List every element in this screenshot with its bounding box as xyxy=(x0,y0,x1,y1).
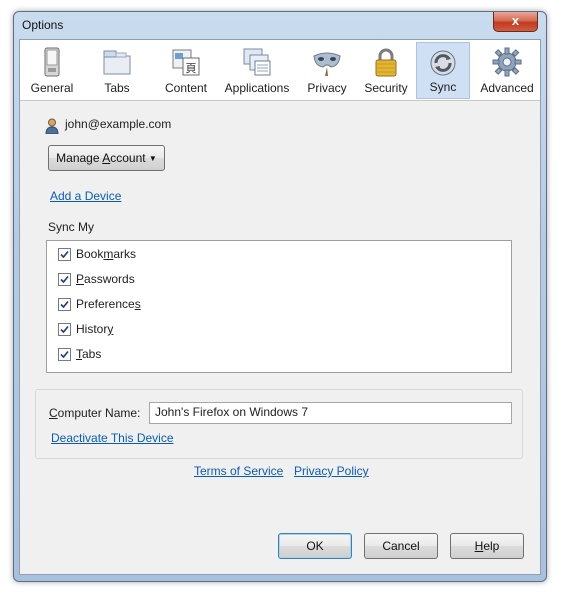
deactivate-device-link[interactable]: Deactivate This Device xyxy=(51,431,174,445)
checkbox-bookmarks[interactable] xyxy=(58,248,71,261)
checkbox-preferences[interactable] xyxy=(58,298,71,311)
pane-toolbar: General Tabs 頁 Content Applications Priv… xyxy=(20,40,540,101)
manage-account-label-post: ccount xyxy=(110,151,146,165)
tab-advanced[interactable]: Advanced xyxy=(476,42,538,99)
manage-account-label-pre: Manage xyxy=(56,151,103,165)
tab-security-label: Security xyxy=(364,81,408,95)
tab-applications[interactable]: Applications xyxy=(218,42,296,99)
privacy-mask-icon xyxy=(313,52,341,76)
sync-my-label: Sync My xyxy=(48,220,95,234)
tab-content-label: Content xyxy=(164,81,208,95)
sync-item-label: Preferences xyxy=(76,297,141,311)
tab-general-label: General xyxy=(30,81,74,95)
close-button[interactable]: x xyxy=(493,12,538,32)
tab-sync[interactable]: Sync xyxy=(416,42,470,99)
check-icon xyxy=(60,250,69,259)
help-button[interactable]: Help xyxy=(450,533,524,559)
check-icon xyxy=(60,300,69,309)
computer-name-label: Computer Name: xyxy=(49,406,141,420)
tab-tabs-label: Tabs xyxy=(104,81,130,95)
privacy-policy-link[interactable]: Privacy Policy xyxy=(294,464,369,478)
svg-text:頁: 頁 xyxy=(186,62,197,75)
general-icon xyxy=(44,47,60,77)
tab-advanced-label: Advanced xyxy=(480,81,534,95)
check-icon xyxy=(60,350,69,359)
dialog-client-area: General Tabs 頁 Content Applications Priv… xyxy=(19,39,541,575)
tab-security[interactable]: Security xyxy=(358,42,414,99)
checkbox-tabs[interactable] xyxy=(58,348,71,361)
content-icon: 頁 xyxy=(172,49,200,76)
close-icon: x xyxy=(511,13,520,28)
add-device-link[interactable]: Add a Device xyxy=(50,189,121,203)
window-title: Options xyxy=(22,18,64,32)
account-email: john@example.com xyxy=(65,117,172,131)
check-icon xyxy=(60,275,69,284)
tab-sync-label: Sync xyxy=(429,80,457,94)
manage-account-button[interactable]: Manage Account ▼ xyxy=(48,145,165,171)
sync-item-label: History xyxy=(76,322,114,336)
dropdown-arrow-icon: ▼ xyxy=(148,153,157,163)
checkbox-passwords[interactable] xyxy=(58,273,71,286)
computer-name-input[interactable]: John's Firefox on Windows 7 xyxy=(149,402,512,424)
tab-privacy[interactable]: Privacy xyxy=(302,42,352,99)
tab-privacy-label: Privacy xyxy=(307,81,347,95)
checkbox-history[interactable] xyxy=(58,323,71,336)
user-icon xyxy=(45,118,59,134)
tab-general[interactable]: General xyxy=(24,42,80,99)
tab-content[interactable]: 頁 Content xyxy=(156,42,216,99)
sync-item-label: Bookmarks xyxy=(76,247,137,261)
tab-applications-label: Applications xyxy=(224,81,290,95)
device-groupbox: Computer Name: John's Firefox on Windows… xyxy=(35,389,523,459)
ok-button[interactable]: OK xyxy=(278,533,352,559)
sync-item-label: Passwords xyxy=(76,272,135,286)
sync-icon xyxy=(430,50,456,76)
applications-icon xyxy=(243,48,271,76)
padlock-icon xyxy=(375,48,397,77)
sync-item-label: Tabs xyxy=(76,347,102,361)
tabs-icon xyxy=(103,50,131,75)
check-icon xyxy=(60,325,69,334)
help-label-post: elp xyxy=(483,539,500,553)
options-dialog: Options x General Tabs 頁 Content Applica… xyxy=(13,11,547,582)
tab-tabs[interactable]: Tabs xyxy=(92,42,142,99)
gear-icon xyxy=(492,47,522,77)
terms-of-service-link[interactable]: Terms of Service xyxy=(194,464,283,478)
sync-items-list: Bookmarks Passwords Preferences History … xyxy=(46,240,512,373)
cancel-button[interactable]: Cancel xyxy=(364,533,438,559)
